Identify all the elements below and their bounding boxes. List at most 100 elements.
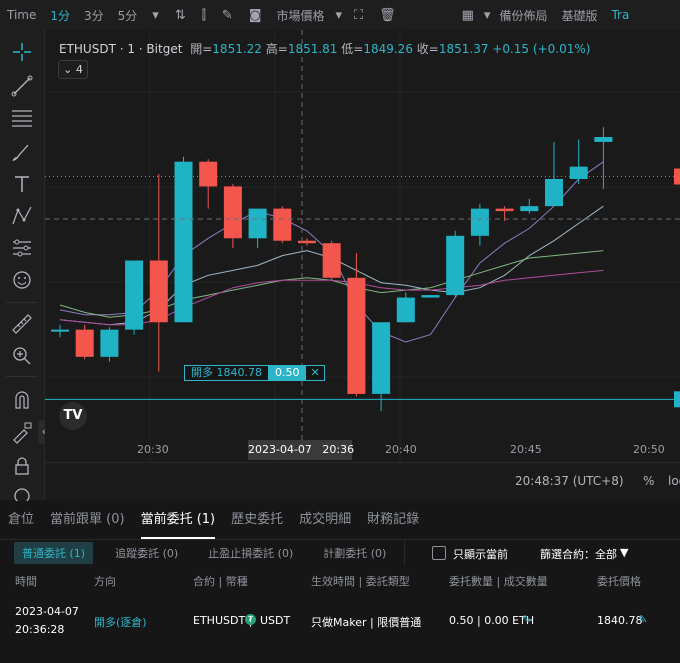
candlestick-chart[interactable]: [45, 30, 680, 500]
candle-body: [174, 161, 193, 323]
tab-trade-details[interactable]: 成交明細: [291, 501, 359, 539]
candle-body: [594, 137, 613, 142]
basic-version-button[interactable]: 基礎版: [554, 7, 604, 24]
price-chart[interactable]: ETHUSDT · 1 · Bitget 開=1851.22 高=1851.81…: [45, 30, 680, 500]
order-type-dropdown-icon[interactable]: ▾: [331, 8, 346, 23]
x-tick-label: 20:50: [633, 443, 665, 456]
crosshair-icon[interactable]: [10, 40, 34, 64]
magnet-icon[interactable]: [10, 388, 34, 412]
open-value: 1851.22: [212, 42, 262, 56]
candle-body: [100, 329, 119, 357]
tradingview-logo: TV: [59, 402, 87, 430]
prediction-icon[interactable]: [10, 236, 34, 260]
order-line-qty: 0.50: [268, 365, 306, 381]
trash-icon[interactable]: 🗑: [371, 8, 404, 23]
current-only-checkbox[interactable]: [432, 546, 446, 560]
trade-button[interactable]: Tra: [604, 8, 636, 22]
text-icon[interactable]: [10, 172, 34, 196]
candle-body: [149, 260, 168, 323]
fullscreen-icon[interactable]: ⛶: [346, 8, 371, 23]
row-time: 20:36:28: [15, 623, 65, 636]
indicator-settings-icon[interactable]: ⇅: [167, 8, 194, 23]
percent-button[interactable]: %: [643, 474, 654, 488]
edit-icon[interactable]: ✎: [214, 8, 241, 23]
col-price: 委托價格: [597, 575, 641, 588]
col-quantity: 委托數量 | 成交數量: [449, 575, 548, 588]
row-date: 2023-04-07: [15, 605, 79, 618]
candle-body: [520, 206, 539, 212]
row-coin: USDT: [260, 614, 291, 627]
interval-1m[interactable]: 1分: [43, 7, 77, 24]
col-direction: 方向: [94, 575, 116, 588]
tab-positions[interactable]: 倉位: [0, 501, 42, 539]
candle-body: [248, 208, 267, 239]
change-value: +0.15 (+0.01%): [492, 42, 591, 56]
row-contract: ETHUSDT |: [193, 614, 253, 627]
camera-icon[interactable]: ◙: [241, 8, 270, 23]
candle-body: [273, 208, 292, 241]
order-price-marker: [674, 391, 680, 408]
x-tick-label: 20:30: [137, 443, 169, 456]
tab-copy-trade[interactable]: 當前跟單 (0): [42, 501, 133, 539]
orders-tabs: 倉位 當前跟單 (0) 當前委托 (1) 歷史委托 成交明細 財務記錄: [0, 501, 680, 540]
subtab-plan[interactable]: 計劃委托 (0): [315, 542, 394, 564]
tab-open-orders[interactable]: 當前委托 (1): [133, 501, 224, 539]
candle-body: [223, 186, 242, 239]
backup-layout-button[interactable]: 備份佈局: [492, 7, 554, 24]
candle-body: [396, 297, 415, 323]
x-tick-label: 20:40: [385, 443, 417, 456]
candle-body: [446, 235, 465, 296]
col-time: 時間: [15, 575, 37, 588]
interval-3m[interactable]: 3分: [77, 7, 111, 24]
chevron-down-icon[interactable]: ▼: [620, 546, 628, 559]
time-readout: 20:48:37 (UTC+8): [515, 474, 624, 488]
emoji-icon[interactable]: [10, 268, 34, 292]
lock-icon[interactable]: [10, 454, 34, 478]
horizontal-lines-icon[interactable]: [10, 106, 34, 130]
candle-body: [322, 243, 341, 278]
edit-quantity-icon[interactable]: ✎: [522, 613, 531, 626]
tab-financial-records[interactable]: 財務記錄: [359, 501, 427, 539]
contract-filter[interactable]: 篩選合約：全部: [540, 546, 617, 562]
orders-panel: 倉位 當前跟單 (0) 當前委托 (1) 歷史委托 成交明細 財務記錄 普通委託…: [0, 501, 680, 663]
lock-drawing-icon[interactable]: [10, 420, 34, 444]
pattern-icon[interactable]: [10, 204, 34, 228]
candle-body: [298, 240, 316, 244]
low-value: 1849.26: [363, 42, 413, 56]
subtab-tpsl[interactable]: 止盈止損委託 (0): [200, 542, 301, 564]
ohlc-legend: ETHUSDT · 1 · Bitget 開=1851.22 高=1851.81…: [59, 42, 591, 56]
order-line-label[interactable]: 開多 1840.78 0.50 ✕: [184, 365, 325, 381]
candle-body: [125, 260, 144, 330]
ruler-icon[interactable]: [10, 312, 34, 336]
log-button[interactable]: log: [668, 474, 680, 488]
x-tick-label: 20:45: [510, 443, 542, 456]
grid-layout-icon[interactable]: ▦: [454, 8, 482, 23]
zoom-in-icon[interactable]: [10, 344, 34, 368]
candle-body: [470, 208, 489, 236]
layout-dropdown-icon[interactable]: ▾: [482, 8, 493, 23]
interval-5m[interactable]: 5分: [111, 7, 145, 24]
interval-dropdown-icon[interactable]: ▾: [144, 8, 167, 23]
candle-body: [421, 295, 440, 298]
candle-body: [347, 277, 366, 394]
indicator-collapse-button[interactable]: ⌄ 4: [58, 60, 88, 79]
candle-type-icon[interactable]: ⫿: [194, 8, 214, 23]
brush-icon[interactable]: [10, 140, 34, 164]
row-validity: 只做Maker | 限價普通: [311, 616, 422, 629]
edit-price-icon[interactable]: ✎: [638, 613, 647, 626]
chevron-down-icon: ⌄: [63, 63, 73, 76]
time-label: Time: [7, 8, 37, 22]
close-icon[interactable]: ✕: [305, 365, 325, 381]
subtab-trailing[interactable]: 追蹤委託 (0): [107, 542, 186, 564]
trend-line-icon[interactable]: [10, 74, 34, 98]
crosshair-time-label: 2023-04-07 20:36: [248, 440, 354, 460]
high-value: 1851.81: [287, 42, 338, 56]
candle-body: [75, 329, 94, 357]
tab-order-history[interactable]: 歷史委托: [223, 501, 291, 539]
candle-body: [372, 322, 391, 394]
candle-body: [495, 208, 514, 212]
row-price: 1840.78: [597, 614, 643, 627]
subtab-normal[interactable]: 普通委託 (1): [14, 542, 94, 564]
order-type-select[interactable]: 市場價格: [269, 7, 331, 24]
candle-body: [51, 329, 69, 332]
